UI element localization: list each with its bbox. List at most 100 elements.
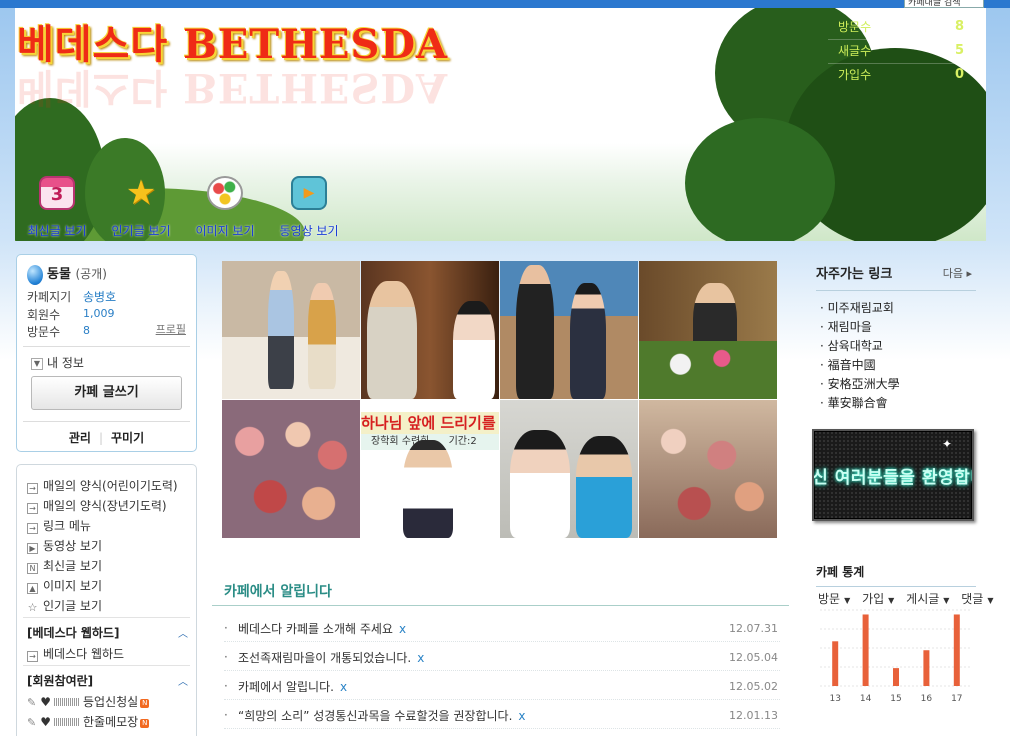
divider: [23, 617, 190, 618]
favorite-link[interactable]: · 福音中國: [820, 356, 876, 373]
divider: [212, 605, 789, 606]
cafe-banner: 베데스다 BETHESDA 베데스다 BETHESDA 방문수 8 새글수 5 가입…: [15, 8, 986, 241]
chart-bar[interactable]: [862, 614, 869, 686]
menu-popular-posts[interactable]: ★ 인기글 보기: [101, 176, 181, 239]
close-icon[interactable]: x: [399, 622, 406, 636]
album-photo[interactable]: [361, 261, 499, 399]
pencil-icon: ✎: [27, 696, 37, 709]
cafe-manager: 카페지기 송병호: [27, 290, 117, 304]
notice-date: 12.05.02: [729, 680, 778, 693]
member-count: 회원수 1,009: [27, 307, 115, 322]
board-icon: →: [27, 483, 38, 494]
menu-item[interactable]: ✎ ♥ 한줄메모장 N: [27, 713, 150, 730]
calendar-icon: 3: [39, 176, 75, 210]
x-tick-label: 13: [829, 694, 840, 704]
album-photo[interactable]: [639, 261, 777, 399]
notice-row[interactable]: · 조선족재림마을이 개통되었습니다. x 12.05.04: [224, 643, 780, 671]
menu-item[interactable]: ▶ 동영상 보기: [27, 537, 102, 554]
favorite-link[interactable]: · 삼육대학교: [820, 337, 883, 354]
menu-item[interactable]: ✎ ♥ 등업신청실 N: [27, 693, 150, 710]
favorite-link[interactable]: · 재림마을: [820, 318, 872, 335]
stats-tabs: 방문 ▼ 가입 ▼ 게시글 ▼ 댓글 ▼: [818, 590, 1002, 607]
stats-tab-comments[interactable]: 댓글 ▼: [961, 592, 997, 606]
notice-text[interactable]: 조선족재림마을이 개통되었습니다.: [238, 651, 411, 665]
album-photo[interactable]: [500, 261, 638, 399]
cafe-title-reflection: 베데스다 BETHESDA: [17, 64, 449, 111]
cafe-menu: → 매일의 양식(어린이기도력) → 매일의 양식(장년기도력) → 링크 메뉴 ▶ 동…: [16, 464, 197, 736]
star-outline-icon: ☆: [27, 601, 38, 614]
new-badge: N: [140, 719, 150, 728]
visit-chart: 13 14 15 16 17: [820, 609, 972, 704]
menu-item[interactable]: ☆ 인기글 보기: [27, 597, 102, 614]
grade-icon: [53, 698, 80, 706]
notice-date: 12.05.04: [729, 651, 778, 664]
notice-row[interactable]: · 베데스다 카페를 소개해 주세요 x 12.07.31: [224, 614, 780, 642]
x-tick-label: 14: [860, 694, 872, 704]
favorite-link[interactable]: · 安格亞洲大學: [820, 375, 900, 392]
menu-item[interactable]: → 매일의 양식(장년기도력): [27, 497, 167, 514]
favorite-links-box: 자주가는 링크 다음 ▸: [816, 263, 976, 291]
chevron-down-icon: ▼: [31, 357, 43, 370]
menu-item[interactable]: → 매일의 양식(어린이기도력): [27, 477, 178, 494]
notice-row[interactable]: · 카페에서 알립니다. x 12.05.02: [224, 672, 780, 700]
menu-item[interactable]: → 링크 메뉴: [27, 517, 91, 534]
decorate-link[interactable]: 꾸미기: [111, 431, 144, 445]
menu-images[interactable]: 이미지 보기: [185, 176, 265, 239]
chevron-up-icon[interactable]: ︿: [178, 673, 188, 688]
write-post-button[interactable]: 카페 글쓰기: [31, 376, 182, 410]
menu-item[interactable]: ▲ 이미지 보기: [27, 577, 102, 594]
album-photo[interactable]: [222, 261, 360, 399]
album-photo[interactable]: [500, 400, 638, 538]
link-icon: →: [27, 523, 38, 534]
close-icon[interactable]: x: [518, 709, 525, 723]
x-tick-label: 16: [921, 694, 933, 704]
visit-count: 방문수 8: [27, 324, 90, 339]
stats-tab-posts[interactable]: 게시글 ▼: [906, 592, 953, 606]
menu-item[interactable]: N 최신글 보기: [27, 557, 102, 574]
menu-group-members[interactable]: [회원참여란]: [27, 672, 93, 689]
menu-group-webhard[interactable]: [베데스다 웹하드]: [27, 624, 119, 641]
stats-tab-visits[interactable]: 방문 ▼: [818, 592, 854, 606]
album-photo[interactable]: [222, 400, 360, 538]
cafe-counter: 방문수 8 새글수 5 가입수 0: [828, 16, 968, 88]
stat-visits: 방문수 8: [828, 16, 968, 40]
menu-videos[interactable]: ▶ 동영상 보기: [269, 176, 349, 239]
menu-item[interactable]: → 베데스다 웹하드: [27, 645, 124, 662]
divider: [23, 421, 190, 422]
chart-bar[interactable]: [953, 614, 960, 686]
cafe-search-box[interactable]: 카페내글 검색: [904, 0, 984, 8]
favorite-link[interactable]: · 華安聯合會: [820, 394, 888, 411]
photo-album: 하나님 앞에 드리기를 힘쓰 장학회 수련회 기간:2: [222, 261, 778, 539]
profile-link[interactable]: 프로필: [156, 321, 186, 337]
notice-text[interactable]: “희망의 소리” 성경통신과목을 수료할것을 권장합니다.: [238, 709, 512, 723]
tree-foliage: [685, 118, 835, 241]
manager-link[interactable]: 송병호: [83, 288, 116, 305]
chart-bar[interactable]: [923, 650, 930, 686]
divider: [816, 290, 976, 291]
close-icon[interactable]: x: [417, 651, 424, 665]
my-info-toggle[interactable]: ▼ 내 정보: [31, 354, 84, 371]
image-icon: ▲: [27, 583, 38, 594]
sparkle-icon: ✦: [941, 437, 952, 451]
admin-link[interactable]: 관리: [69, 431, 91, 445]
x-tick-label: 15: [890, 694, 901, 704]
album-photo[interactable]: 하나님 앞에 드리기를 힘쓰 장학회 수련회 기간:2: [361, 400, 499, 538]
tv-icon: ▶: [291, 176, 327, 210]
admin-links: 관리 | 꾸미기: [68, 431, 145, 445]
favorite-link[interactable]: · 미주재림교회: [820, 299, 894, 316]
album-photo[interactable]: [639, 400, 777, 538]
stat-new-posts: 새글수 5: [828, 40, 968, 64]
notice-row[interactable]: · “희망의 소리” 성경통신과목을 수료할것을 권장합니다. x 12.01.1…: [224, 701, 780, 729]
video-icon: ▶: [27, 543, 38, 554]
close-icon[interactable]: x: [340, 680, 347, 694]
notice-text[interactable]: 카페에서 알립니다.: [238, 680, 334, 694]
stats-tab-joins[interactable]: 가입 ▼: [862, 592, 898, 606]
cafe-page: { "top": { "search_text": "카페내글 검색" }, "…: [0, 0, 1010, 736]
chart-bar[interactable]: [832, 641, 839, 686]
chevron-up-icon[interactable]: ︿: [178, 625, 188, 640]
notice-text[interactable]: 베데스다 카페를 소개해 주세요: [238, 622, 393, 636]
menu-latest-posts[interactable]: 3 최신글 보기: [17, 176, 97, 239]
chart-bar[interactable]: [893, 668, 899, 686]
led-text: 오신 여러분들을 환영합니다: [812, 468, 972, 488]
links-next-button[interactable]: 다음 ▸: [943, 265, 972, 281]
